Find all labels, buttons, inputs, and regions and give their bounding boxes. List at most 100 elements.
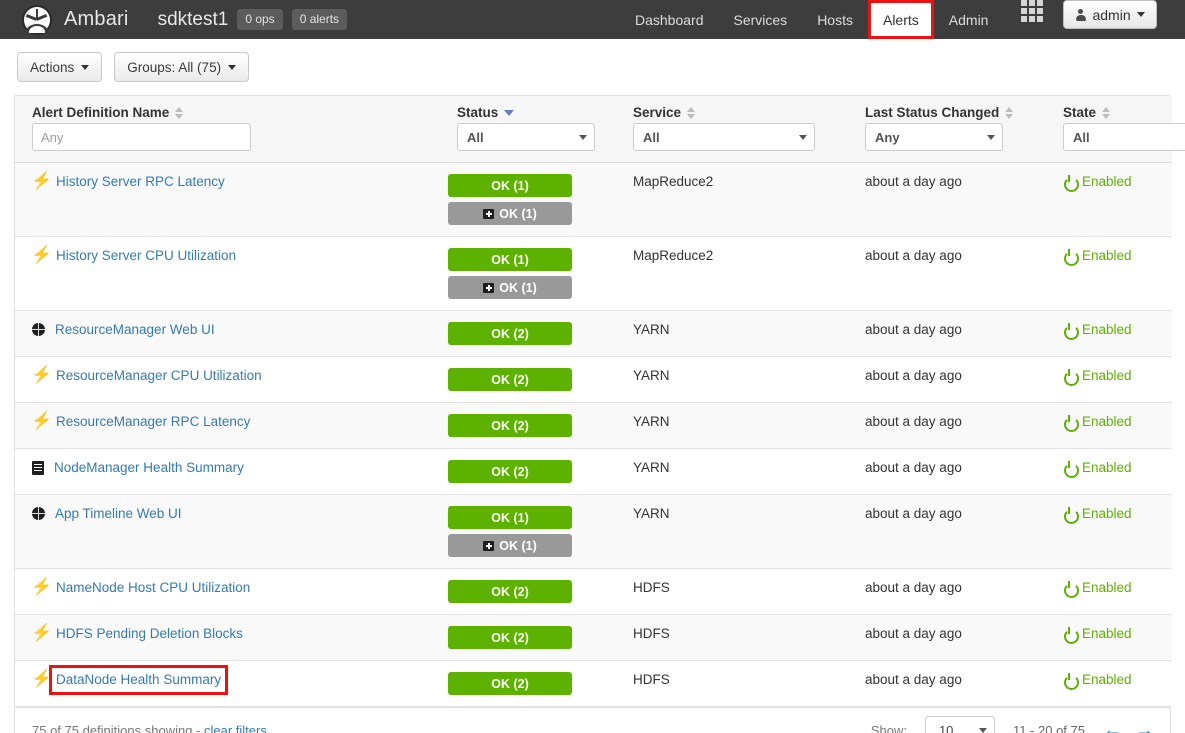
cell-state: Enabled (1046, 495, 1172, 569)
cell-status: OK (2) (440, 569, 616, 615)
alert-definition-link[interactable]: ResourceManager Web UI (55, 322, 215, 338)
state-label: Enabled (1082, 174, 1132, 189)
cell-service: YARN (633, 368, 670, 383)
status-badge-maintenance[interactable]: OK (1) (448, 534, 572, 557)
col-header-state[interactable]: State (1046, 96, 1172, 123)
nav-dashboard[interactable]: Dashboard (620, 0, 719, 39)
cell-state: Enabled (1046, 661, 1172, 707)
script-icon (32, 461, 44, 475)
cell-state: Enabled (1046, 237, 1172, 311)
status-badge-ok[interactable]: OK (1) (448, 248, 572, 271)
arrow-left-icon[interactable]: ← (1103, 721, 1122, 733)
cell-alert-name: ResourceManager RPC Latency (15, 403, 440, 449)
sort-icon-state[interactable] (1102, 106, 1111, 119)
status-badge-ok[interactable]: OK (2) (448, 672, 572, 695)
actions-button-label: Actions (30, 59, 75, 75)
cell-alert-name: DataNode Health Summary (15, 661, 440, 707)
status-badge-ok[interactable]: OK (2) (448, 368, 572, 391)
cell-status: OK (2) (440, 615, 616, 661)
nav-admin[interactable]: Admin (934, 0, 1004, 39)
table-row: NameNode Host CPU Utilization OK (2) HDFS a… (15, 568, 1172, 615)
state-label: Enabled (1082, 460, 1132, 475)
nav-alerts[interactable]: Alerts (867, 0, 934, 39)
alert-definition-link[interactable]: DataNode Health Summary (48, 665, 229, 695)
cell-last-status-changed: about a day ago (865, 248, 962, 263)
state-label: Enabled (1082, 368, 1132, 383)
chevron-down-icon (799, 134, 807, 140)
clear-filters-link[interactable]: clear filters (204, 723, 267, 733)
arrow-right-icon[interactable]: → (1135, 721, 1154, 733)
alert-definition-link[interactable]: History Server CPU Utilization (56, 248, 236, 264)
status-badge-label: OK (2) (491, 418, 529, 433)
alerts-badge[interactable]: 0 alerts (291, 9, 348, 30)
cell-status: OK (1) OK (1) (440, 495, 616, 569)
cell-last-status-changed: about a day ago (865, 672, 962, 687)
col-header-last-changed[interactable]: Last Status Changed (848, 96, 1046, 123)
alert-definition-link[interactable]: App Timeline Web UI (55, 506, 182, 522)
page-size-value: 10 (938, 722, 954, 733)
cell-last-status-changed: about a day ago (865, 414, 962, 429)
nav-hosts[interactable]: Hosts (802, 0, 868, 39)
service-filter-select[interactable]: All (633, 123, 815, 151)
state-label: Enabled (1082, 506, 1132, 521)
col-header-name-label: Alert Definition Name (32, 105, 170, 120)
alert-definition-link[interactable]: NodeManager Health Summary (54, 460, 244, 476)
alerts-content: Alert Definition Name Status Service Las… (0, 95, 1185, 733)
status-badge-ok[interactable]: OK (1) (448, 506, 572, 529)
status-badge-ok[interactable]: OK (2) (448, 322, 572, 345)
actions-button[interactable]: Actions (17, 52, 103, 82)
web-icon (32, 507, 45, 520)
ops-badge[interactable]: 0 ops (237, 9, 283, 30)
ambari-logo-icon (22, 4, 52, 35)
page-size-select[interactable]: 10 (924, 716, 995, 733)
state-filter-select[interactable]: All (1063, 123, 1185, 151)
alerts-panel: Alert Definition Name Status Service Las… (14, 95, 1185, 708)
pagination-controls: Show: 10 11 - 20 of 75 ← → (871, 716, 1154, 733)
name-filter-input[interactable] (32, 123, 251, 151)
state-label: Enabled (1082, 626, 1132, 641)
sort-icon-status[interactable] (504, 106, 515, 119)
sort-icon-service[interactable] (687, 106, 696, 119)
groups-filter-button[interactable]: Groups: All (75) (114, 52, 250, 82)
user-menu-button[interactable]: admin (1063, 0, 1157, 29)
cell-status: OK (2) (440, 311, 616, 357)
col-header-status[interactable]: Status (440, 96, 616, 123)
status-filter-select[interactable]: All (457, 123, 595, 151)
alert-definition-link[interactable]: ResourceManager RPC Latency (56, 414, 250, 430)
status-badge-label: OK (1) (499, 206, 537, 221)
page-size-label: Show: (870, 722, 907, 733)
state-label: Enabled (1082, 672, 1132, 687)
status-badge-label: OK (1) (491, 178, 529, 193)
maintenance-medkit-icon (483, 540, 495, 551)
apps-grid-icon[interactable] (1021, 0, 1044, 39)
brand-name[interactable]: Ambari (64, 8, 129, 31)
status-badge-ok[interactable]: OK (1) (448, 174, 572, 197)
col-header-service[interactable]: Service (616, 96, 848, 123)
cell-alert-name: NodeManager Health Summary (15, 449, 440, 495)
cluster-name[interactable]: sdktest1 (158, 9, 229, 31)
sort-icon-last-changed[interactable] (1005, 106, 1014, 119)
status-badge-ok[interactable]: OK (2) (448, 626, 572, 649)
cell-service: YARN (633, 414, 670, 429)
status-badge-ok[interactable]: OK (2) (448, 414, 572, 437)
alert-definition-link[interactable]: History Server RPC Latency (56, 174, 225, 190)
cell-status: OK (2) (440, 449, 616, 495)
status-badge-maintenance[interactable]: OK (1) (448, 276, 572, 299)
col-header-name[interactable]: Alert Definition Name (15, 96, 440, 123)
nav-services[interactable]: Services (719, 0, 803, 39)
bolt-icon (31, 411, 52, 430)
alert-definition-link[interactable]: HDFS Pending Deletion Blocks (56, 626, 243, 642)
status-badge-ok[interactable]: OK (2) (448, 460, 572, 483)
alert-definition-link[interactable]: NameNode Host CPU Utilization (56, 580, 250, 596)
chevron-down-icon (978, 727, 987, 733)
status-badge-ok[interactable]: OK (2) (448, 580, 572, 603)
sort-icon-name[interactable] (175, 106, 184, 119)
status-badge-label: OK (2) (491, 372, 529, 387)
cell-last-status-changed: about a day ago (865, 506, 962, 521)
alert-definition-link[interactable]: ResourceManager CPU Utilization (56, 368, 262, 384)
maintenance-medkit-icon (483, 208, 495, 219)
last-changed-filter-select[interactable]: Any (865, 123, 1003, 151)
table-row: ResourceManager RPC Latency OK (2) YARN abo… (15, 402, 1172, 449)
status-badge-maintenance[interactable]: OK (1) (448, 202, 572, 225)
maintenance-medkit-icon (483, 282, 495, 293)
